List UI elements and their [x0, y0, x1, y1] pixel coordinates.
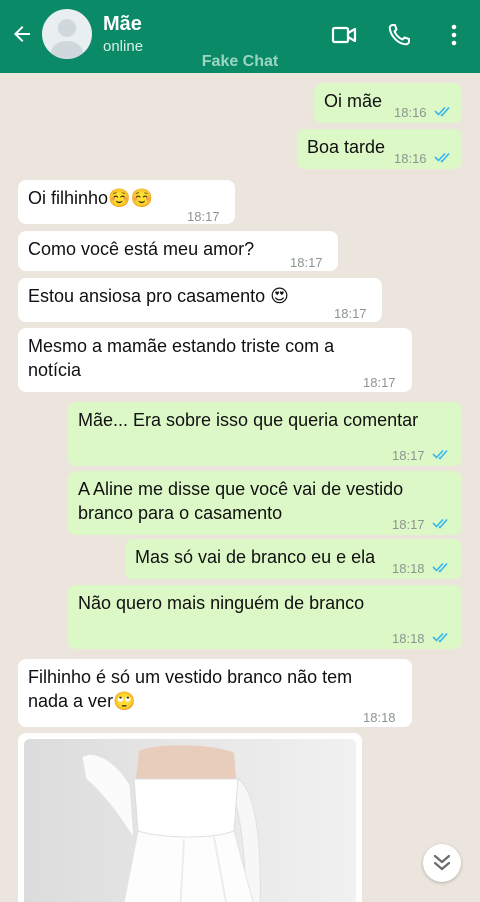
white-dress-photo[interactable]: [24, 739, 356, 902]
message-text: Boa tarde: [307, 137, 386, 157]
read-ticks-icon: [434, 106, 450, 117]
message-text: Estou ansiosa pro casamento 😍: [28, 286, 289, 306]
message-text: Não quero mais ninguém de branco: [78, 593, 365, 613]
message-text: Como você está meu amor?: [28, 239, 255, 259]
message-bubble-outgoing[interactable]: A Aline me disse que você vai de vestido…: [68, 471, 462, 535]
fake-chat-watermark: Fake Chat: [201, 53, 279, 70]
message-time: 18:17: [290, 255, 323, 270]
message-text: Filhinho é só um vestido branco não tem …: [28, 667, 353, 711]
message-bubble-incoming[interactable]: Como você está meu amor? 18:17: [18, 231, 338, 271]
message-time: 18:18: [363, 710, 396, 725]
message-text: Oi filhinho☺️☺️: [28, 188, 153, 208]
message-text: Oi mãe: [324, 91, 383, 111]
message-bubble-incoming[interactable]: Mesmo a mamãe estando triste com a notíc…: [18, 328, 412, 392]
message-time: 18:17: [334, 306, 367, 321]
message-bubble-image[interactable]: [18, 733, 362, 902]
message-time: 18:18: [392, 561, 425, 576]
contact-name[interactable]: Mãe: [103, 13, 142, 36]
message-time: 18:16: [394, 151, 427, 166]
message-bubble-incoming[interactable]: Oi filhinho☺️☺️ 18:17: [18, 180, 235, 224]
read-ticks-icon: [432, 562, 448, 573]
message-time: 18:17: [363, 375, 396, 390]
message-bubble-incoming[interactable]: Estou ansiosa pro casamento 😍 18:17: [18, 278, 382, 322]
phone-icon[interactable]: [386, 22, 412, 48]
message-bubble-outgoing[interactable]: Mãe... Era sobre isso que queria comenta…: [68, 402, 462, 466]
message-bubble-outgoing[interactable]: Mas só vai de branco eu e ela 18:18: [125, 539, 462, 579]
message-time: 18:17: [187, 209, 220, 224]
message-bubble-incoming[interactable]: Filhinho é só um vestido branco não tem …: [18, 659, 412, 727]
double-chevron-down-icon: [433, 854, 451, 871]
chat-area[interactable]: Oi mãe 18:16 Boa tarde 18:16 Oi filhinho…: [0, 73, 480, 902]
message-text: Mesmo a mamãe estando triste com a notíc…: [28, 336, 335, 380]
back-arrow-icon[interactable]: [10, 22, 34, 46]
avatar-placeholder-icon: [51, 19, 83, 59]
read-ticks-icon: [434, 152, 450, 163]
scroll-to-bottom-button[interactable]: [423, 844, 461, 882]
read-ticks-icon: [432, 632, 448, 643]
message-time: 18:17: [392, 448, 425, 463]
message-bubble-outgoing[interactable]: Não quero mais ninguém de branco 18:18: [68, 585, 462, 649]
read-ticks-icon: [432, 449, 448, 460]
message-time: 18:16: [394, 105, 427, 120]
video-call-icon[interactable]: [331, 22, 357, 48]
message-bubble-outgoing[interactable]: Boa tarde 18:16: [297, 129, 462, 169]
avatar[interactable]: [42, 9, 92, 59]
message-text: Mas só vai de branco eu e ela: [135, 547, 376, 567]
more-options-icon[interactable]: [441, 22, 467, 48]
message-bubble-outgoing[interactable]: Oi mãe 18:16: [314, 83, 462, 123]
message-text: Mãe... Era sobre isso que queria comenta…: [78, 410, 419, 430]
message-time: 18:17: [392, 517, 425, 532]
chat-header: Mãe online Fake Chat: [0, 0, 480, 73]
message-time: 18:18: [392, 631, 425, 646]
dress-image: [24, 739, 356, 902]
read-ticks-icon: [432, 518, 448, 529]
